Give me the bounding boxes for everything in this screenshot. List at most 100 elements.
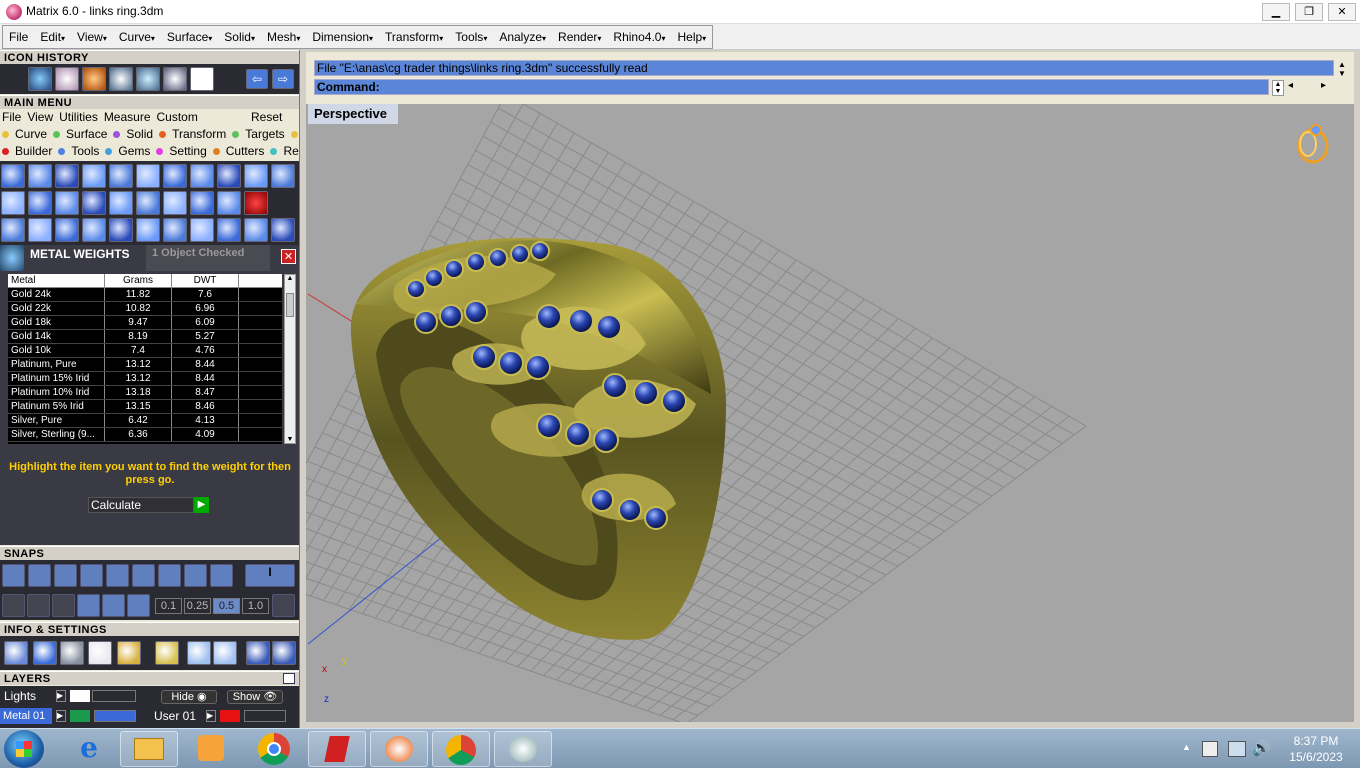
table-row[interactable]: Platinum 15% Irid 13.12 8.44: [8, 372, 282, 386]
snap-toggle-icon[interactable]: [158, 564, 181, 587]
tool-icon[interactable]: [244, 218, 268, 242]
menu-render[interactable]: Render▾: [552, 26, 607, 48]
menu-tools[interactable]: Tools▾: [449, 26, 493, 48]
command-spin-icon[interactable]: ▲ ▼: [1272, 80, 1284, 96]
tray-expand-icon[interactable]: ▲: [1182, 742, 1191, 752]
snap-toggle-icon[interactable]: [2, 564, 25, 587]
tool-icon[interactable]: [109, 164, 133, 188]
menu-curve[interactable]: Curve▾: [113, 26, 161, 48]
settings-tool-icon[interactable]: [187, 641, 211, 665]
menu-rhino40[interactable]: Rhino4.0▾: [607, 26, 671, 48]
volume-icon[interactable]: 🔊: [1252, 739, 1271, 757]
taskbar-matrix[interactable]: [370, 731, 428, 767]
menu-analyze[interactable]: Analyze▾: [493, 26, 552, 48]
tool-icon[interactable]: [217, 218, 241, 242]
column-header[interactable]: [239, 274, 282, 287]
column-header[interactable]: Metal: [8, 274, 105, 287]
settings-tool-icon[interactable]: [88, 641, 112, 665]
tool-icon[interactable]: [109, 191, 133, 215]
command-prompt[interactable]: Command:: [314, 79, 1269, 95]
category-setting[interactable]: Setting: [156, 144, 207, 158]
category-targets[interactable]: Targets: [232, 127, 285, 141]
table-row[interactable]: Gold 18k 9.47 6.09: [8, 316, 282, 330]
menu-file[interactable]: File: [3, 26, 34, 48]
command-left-icon[interactable]: ◂: [1288, 80, 1293, 91]
ie-icon[interactable]: e: [72, 733, 106, 765]
snap-value-option[interactable]: 0.1: [155, 598, 182, 614]
tool-icon[interactable]: [271, 218, 295, 242]
action-center-icon[interactable]: [1202, 741, 1218, 757]
menu-view[interactable]: View▾: [71, 26, 113, 48]
main-menu-custom[interactable]: Custom: [157, 110, 198, 124]
snap-value-option[interactable]: 0.5: [213, 598, 240, 614]
go-button[interactable]: ▶: [194, 497, 209, 513]
layer-arrow-icon[interactable]: ▶: [206, 710, 216, 722]
snap-toggle-icon[interactable]: [132, 564, 155, 587]
table-row[interactable]: Platinum 10% Irid 13.18 8.47: [8, 386, 282, 400]
table-row[interactable]: Gold 22k 10.82 6.96: [8, 302, 282, 316]
history-tool-icon[interactable]: [109, 67, 133, 91]
layer-lock-icon[interactable]: [244, 710, 286, 722]
tool-icon[interactable]: [244, 191, 268, 215]
menu-help[interactable]: Help▾: [671, 26, 712, 48]
tool-icon[interactable]: [136, 164, 160, 188]
category-cutters[interactable]: Cutters: [212, 144, 264, 158]
command-right-icon[interactable]: ▸: [1321, 80, 1326, 91]
ring-thumbnail-icon[interactable]: [1296, 122, 1330, 164]
clock-time[interactable]: 8:37 PM: [1276, 734, 1356, 748]
category-tools[interactable]: Tools: [58, 144, 99, 158]
table-row[interactable]: Gold 14k 8.19 5.27: [8, 330, 282, 344]
snap-value-option[interactable]: 0.25: [184, 598, 211, 614]
layer-color-swatch[interactable]: [70, 690, 90, 702]
layers-expand-icon[interactable]: [283, 673, 295, 684]
main-menu-measure[interactable]: Measure: [104, 110, 151, 124]
grid-snap-icon[interactable]: [102, 594, 125, 617]
history-tool-icon[interactable]: [163, 67, 187, 91]
menu-mesh[interactable]: Mesh▾: [261, 26, 306, 48]
start-button[interactable]: [4, 730, 44, 768]
category-builder[interactable]: Builder: [2, 144, 52, 158]
taskbar-chrome[interactable]: [432, 731, 490, 767]
history-tool-icon[interactable]: [28, 67, 52, 91]
grid-snap-icon[interactable]: [77, 594, 100, 617]
minimize-button[interactable]: ▁: [1262, 3, 1290, 21]
grid-snap-icon[interactable]: [52, 594, 75, 617]
tool-icon[interactable]: [190, 164, 214, 188]
layer-lock-icon[interactable]: [92, 690, 136, 702]
perspective-viewport[interactable]: Perspective x y z: [306, 104, 1354, 722]
tool-icon[interactable]: [190, 191, 214, 215]
snap-toggle-icon[interactable]: [106, 564, 129, 587]
layer-name-metal[interactable]: Metal 01: [0, 708, 52, 724]
table-row[interactable]: Silver, Sterling (9... 6.36 4.09: [8, 428, 282, 442]
layer-arrow-icon[interactable]: ▶: [56, 690, 66, 702]
tool-icon[interactable]: [82, 191, 106, 215]
table-row[interactable]: Platinum, Pure 13.12 8.44: [8, 358, 282, 372]
tool-icon[interactable]: [28, 164, 52, 188]
history-scroll-icon[interactable]: ▲ ▼: [1336, 60, 1348, 78]
layer-lock-icon[interactable]: [94, 710, 136, 722]
tool-icon[interactable]: [1, 191, 25, 215]
column-header[interactable]: Grams: [105, 274, 172, 287]
history-tool-icon[interactable]: [55, 67, 79, 91]
tool-icon[interactable]: [163, 218, 187, 242]
maximize-button[interactable]: ❐: [1295, 3, 1323, 21]
settings-tool-icon[interactable]: [213, 641, 237, 665]
menu-dimension[interactable]: Dimension▾: [306, 26, 379, 48]
main-menu-file[interactable]: File: [2, 110, 21, 124]
snap-toggle-icon[interactable]: [184, 564, 207, 587]
table-row[interactable]: Platinum 5% Irid 13.15 8.46: [8, 400, 282, 414]
category-render[interactable]: Render: [270, 144, 299, 158]
snap-toggle-icon[interactable]: [54, 564, 77, 587]
clock-date[interactable]: 15/6/2023: [1276, 750, 1356, 764]
category-gems[interactable]: Gems: [105, 144, 150, 158]
hide-button[interactable]: Hide ◉: [161, 690, 217, 704]
layer-name-lights[interactable]: Lights: [4, 689, 36, 703]
settings-tool-icon[interactable]: [155, 641, 179, 665]
history-tool-icon[interactable]: [82, 67, 106, 91]
grid-snap-icon[interactable]: [2, 594, 25, 617]
tool-icon[interactable]: [109, 218, 133, 242]
taskbar-explorer[interactable]: [120, 731, 178, 767]
tool-icon[interactable]: [82, 164, 106, 188]
settings-tool-icon[interactable]: [60, 641, 84, 665]
close-icon[interactable]: ✕: [281, 249, 296, 264]
